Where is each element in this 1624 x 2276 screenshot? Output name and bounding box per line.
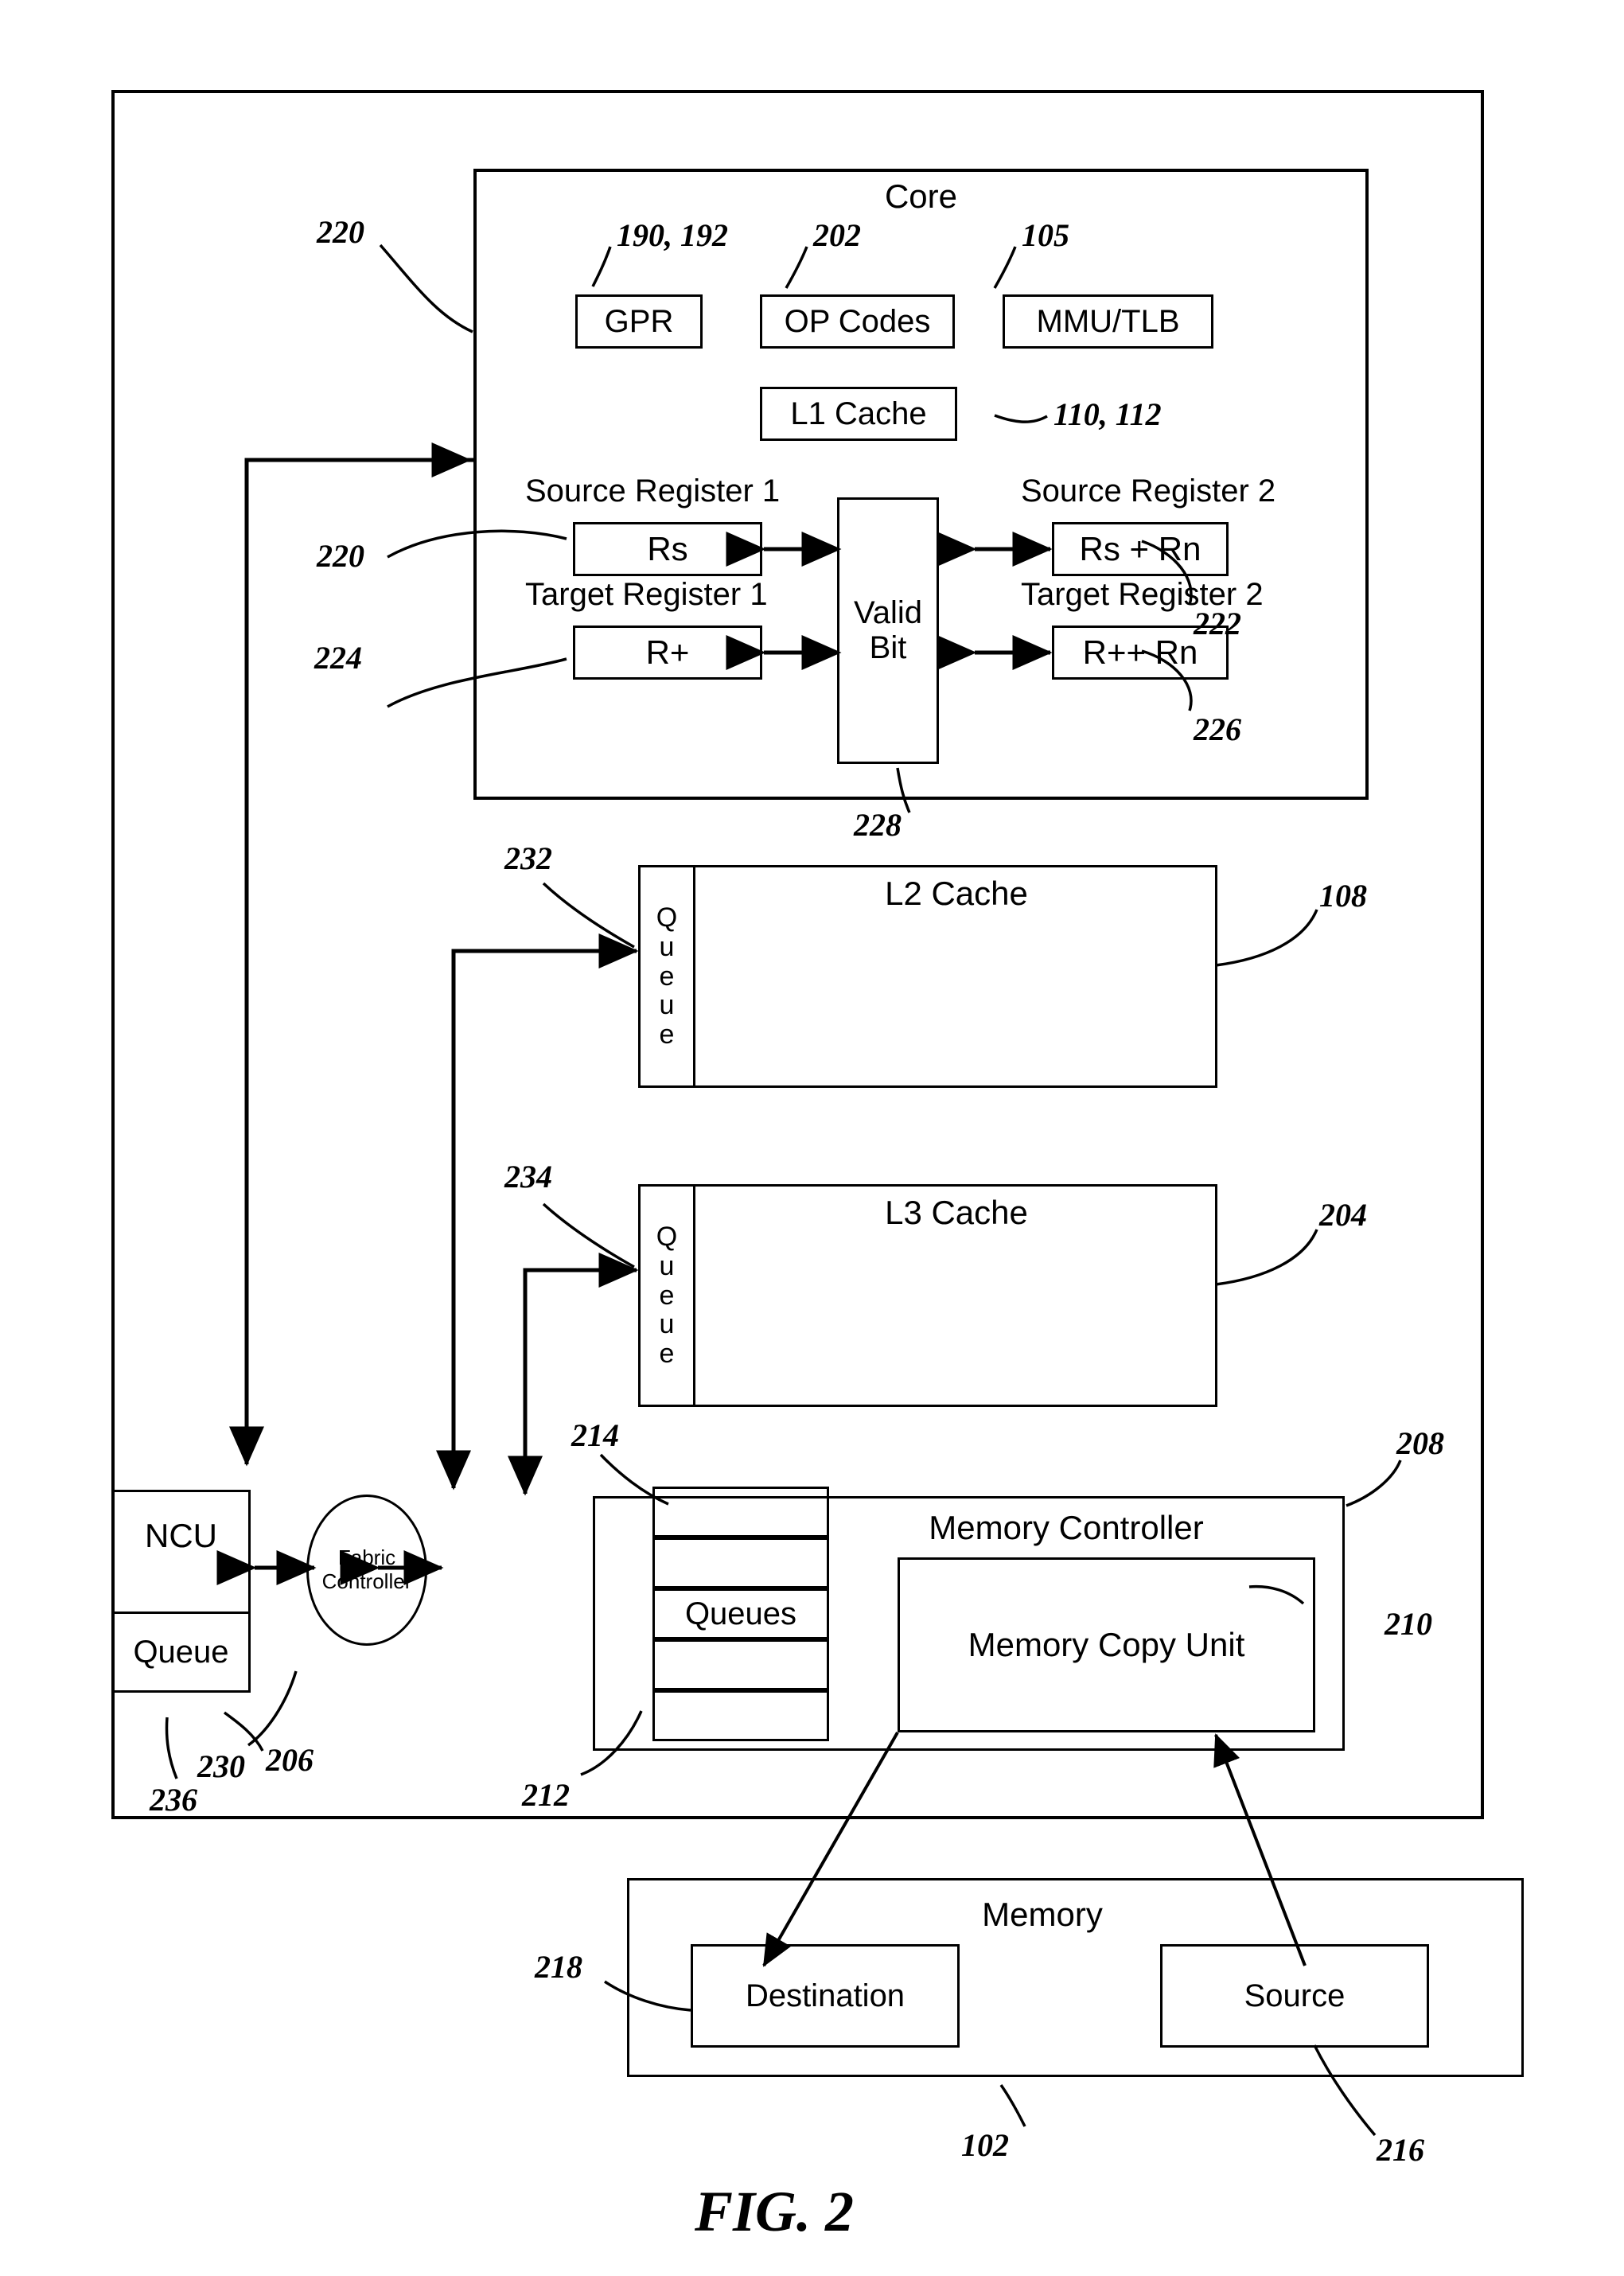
ref-230: 230 [197, 1748, 245, 1784]
ref-108: 108 [1319, 878, 1367, 914]
ref-234: 234 [504, 1159, 552, 1195]
ncu-queue-label: Queue [133, 1634, 229, 1670]
ref-204: 204 [1319, 1197, 1367, 1233]
l2-queue-char: e [659, 1019, 675, 1050]
ref-212: 212 [522, 1777, 570, 1813]
l2-queue-label: Q u e u e [638, 865, 695, 1088]
mc-queue-row [652, 1690, 829, 1741]
l2-queue-char: e [659, 961, 675, 992]
source-register-1-value: Rs [647, 530, 688, 567]
ref-102: 102 [961, 2127, 1009, 2163]
memory-controller-title: Memory Controller [929, 1509, 1204, 1546]
ref-224: 224 [314, 640, 362, 676]
l2-queue-char: u [659, 990, 675, 1021]
source-label: Source [1244, 1978, 1346, 2013]
mc-queue-row [652, 1537, 829, 1588]
valid-bit-label: Valid Bit [837, 497, 939, 764]
memory-copy-unit-label: Memory Copy Unit [968, 1626, 1245, 1663]
l3-queue-label: Q u e u e [638, 1184, 695, 1407]
ref-214: 214 [571, 1417, 619, 1453]
ref-202: 202 [813, 217, 861, 253]
fabric-controller-ellipse: Fabric Controller [306, 1495, 427, 1646]
ref-210: 210 [1384, 1606, 1432, 1642]
l2-queue-char: Q [656, 902, 678, 933]
l3-queue-char: e [659, 1280, 675, 1311]
mc-queues-label: Queues [684, 1596, 797, 1631]
target-register-1-title: Target Register 1 [525, 577, 768, 612]
valid-bit-line1: Valid [854, 595, 922, 631]
core-title: Core [884, 177, 958, 215]
target-register-1-value: R+ [645, 633, 690, 671]
l2-queue-char: u [659, 931, 675, 962]
ref-228: 228 [854, 807, 902, 843]
ref-218: 218 [535, 1949, 582, 1985]
memory-title: Memory [982, 1896, 1103, 1933]
mc-queue-row [652, 1487, 829, 1537]
l3-cache-label: L3 Cache [885, 1194, 1028, 1231]
l3-queue-char: u [659, 1250, 675, 1281]
ncu-label: NCU [145, 1517, 217, 1554]
ref-236: 236 [150, 1782, 197, 1818]
ref-208: 208 [1396, 1425, 1444, 1461]
target-register-2-value: R++ Rn [1082, 633, 1198, 671]
destination-label: Destination [745, 1978, 905, 2013]
valid-bit-line2: Bit [869, 629, 907, 665]
source-register-2-title: Source Register 2 [1021, 474, 1276, 509]
l3-queue-char: Q [656, 1222, 678, 1253]
l2-cache-label: L2 Cache [885, 875, 1028, 912]
ref-206: 206 [266, 1742, 314, 1778]
l1-cache-label: L1 Cache [790, 396, 927, 431]
gpr-label: GPR [604, 303, 674, 339]
ref-226: 226 [1194, 711, 1241, 747]
l3-queue-char: u [659, 1309, 675, 1340]
ref-220-source-reg-1: 220 [317, 538, 364, 574]
source-register-1-title: Source Register 1 [525, 474, 781, 509]
fabric-controller-line1: Fabric [337, 1545, 396, 1570]
target-register-2-title: Target Register 2 [1021, 577, 1264, 612]
mc-queue-row [652, 1639, 829, 1690]
ref-190-192: 190, 192 [617, 217, 728, 253]
source-register-2-value: Rs + Rn [1079, 530, 1201, 567]
fabric-controller-line2: Controller [321, 1569, 412, 1593]
ref-220-processor: 220 [317, 214, 364, 250]
figure-title: FIG. 2 [695, 2180, 855, 2243]
op-codes-label: OP Codes [784, 303, 931, 339]
ref-232: 232 [504, 840, 552, 876]
ref-105: 105 [1022, 217, 1069, 253]
l3-queue-char: e [659, 1339, 675, 1370]
ref-216: 216 [1377, 2132, 1424, 2168]
ref-110-112: 110, 112 [1053, 396, 1162, 432]
mmu-tlb-label: MMU/TLB [1036, 303, 1180, 339]
patent-figure-page: Core GPR 190, 192 OP Codes 202 MMU/TLB 1… [0, 0, 1624, 2276]
